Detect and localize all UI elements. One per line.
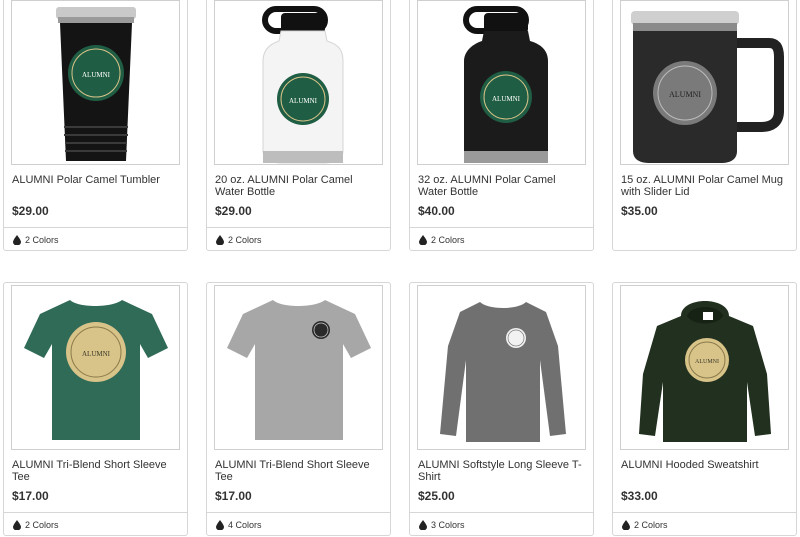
svg-text:ALUMNI: ALUMNI — [82, 71, 111, 79]
product-price: $17.00 — [12, 489, 49, 503]
color-count: 3 Colors — [431, 520, 465, 530]
product-card-hoodie[interactable]: ALUMNI ALUMNI Hooded Sweatshirt $33.00 2… — [612, 282, 797, 536]
grey-tee-image — [227, 300, 371, 440]
product-title[interactable]: 32 oz. ALUMNI Polar Camel Water Bottle — [418, 174, 586, 198]
product-price: $29.00 — [12, 204, 49, 218]
product-price: $25.00 — [418, 489, 455, 503]
svg-text:ALUMNI: ALUMNI — [289, 97, 318, 105]
black-bottle-image: ALUMNI — [463, 6, 548, 163]
product-card-white-bottle[interactable]: ALUMNI 20 oz. ALUMNI Polar Camel Water B… — [206, 0, 391, 251]
svg-text:ALUMNI: ALUMNI — [669, 90, 701, 99]
product-footer: 2 Colors — [613, 512, 796, 537]
product-card-mug[interactable]: ALUMNI 15 oz. ALUMNI Polar Camel Mug wit… — [612, 0, 797, 251]
color-drop-icon — [622, 520, 630, 530]
product-title[interactable]: 15 oz. ALUMNI Polar Camel Mug with Slide… — [621, 174, 789, 198]
product-image[interactable]: ALUMNI — [11, 285, 180, 450]
color-count: 2 Colors — [25, 235, 59, 245]
product-title[interactable]: ALUMNI Tri-Blend Short Sleeve Tee — [215, 459, 383, 483]
product-title[interactable]: 20 oz. ALUMNI Polar Camel Water Bottle — [215, 174, 383, 198]
color-drop-icon — [216, 235, 224, 245]
product-price: $35.00 — [621, 204, 658, 218]
svg-text:ALUMNI: ALUMNI — [695, 359, 719, 365]
svg-text:ALUMNI: ALUMNI — [82, 350, 111, 358]
product-title[interactable]: ALUMNI Tri-Blend Short Sleeve Tee — [12, 459, 180, 483]
product-price: $29.00 — [215, 204, 252, 218]
product-price: $17.00 — [215, 489, 252, 503]
product-image[interactable]: ALUMNI — [214, 0, 383, 165]
color-drop-icon — [419, 235, 427, 245]
white-bottle-image: ALUMNI — [262, 6, 344, 164]
tumbler-image: ALUMNI — [56, 7, 136, 161]
product-image[interactable] — [214, 285, 383, 450]
color-count: 2 Colors — [25, 520, 59, 530]
color-count: 2 Colors — [228, 235, 262, 245]
product-footer: 2 Colors — [4, 512, 187, 537]
product-footer: 2 Colors — [4, 227, 187, 252]
product-card-tumbler[interactable]: ALUMNI ALUMNI Polar Camel Tumbler $29.00… — [3, 0, 188, 251]
color-count: 2 Colors — [431, 235, 465, 245]
color-drop-icon — [13, 520, 21, 530]
product-footer: 4 Colors — [207, 512, 390, 537]
product-card-green-tee[interactable]: ALUMNI ALUMNI Tri-Blend Short Sleeve Tee… — [3, 282, 188, 536]
product-title[interactable]: ALUMNI Hooded Sweatshirt — [621, 459, 789, 471]
mug-image: ALUMNI — [631, 11, 784, 163]
green-tee-image: ALUMNI — [24, 300, 168, 440]
product-image[interactable] — [417, 285, 586, 450]
color-count: 2 Colors — [634, 520, 668, 530]
product-footer: 2 Colors — [207, 227, 390, 252]
color-count: 4 Colors — [228, 520, 262, 530]
product-card-black-bottle[interactable]: ALUMNI 32 oz. ALUMNI Polar Camel Water B… — [409, 0, 594, 251]
product-footer: 2 Colors — [410, 227, 593, 252]
color-drop-icon — [419, 520, 427, 530]
product-price: $33.00 — [621, 489, 658, 503]
product-card-grey-tee[interactable]: ALUMNI Tri-Blend Short Sleeve Tee $17.00… — [206, 282, 391, 536]
product-footer: 3 Colors — [410, 512, 593, 537]
product-image[interactable]: ALUMNI — [417, 0, 586, 165]
product-price: $40.00 — [418, 204, 455, 218]
color-drop-icon — [13, 235, 21, 245]
longsleeve-image — [440, 302, 566, 442]
product-image[interactable]: ALUMNI — [620, 0, 789, 165]
product-title[interactable]: ALUMNI Polar Camel Tumbler — [12, 174, 180, 186]
svg-text:ALUMNI: ALUMNI — [492, 95, 521, 103]
product-title[interactable]: ALUMNI Softstyle Long Sleeve T-Shirt — [418, 459, 586, 483]
color-drop-icon — [216, 520, 224, 530]
product-image[interactable]: ALUMNI — [620, 285, 789, 450]
product-image[interactable]: ALUMNI — [11, 0, 180, 165]
hoodie-image: ALUMNI — [639, 301, 771, 442]
product-card-longsleeve[interactable]: ALUMNI Softstyle Long Sleeve T-Shirt $25… — [409, 282, 594, 536]
